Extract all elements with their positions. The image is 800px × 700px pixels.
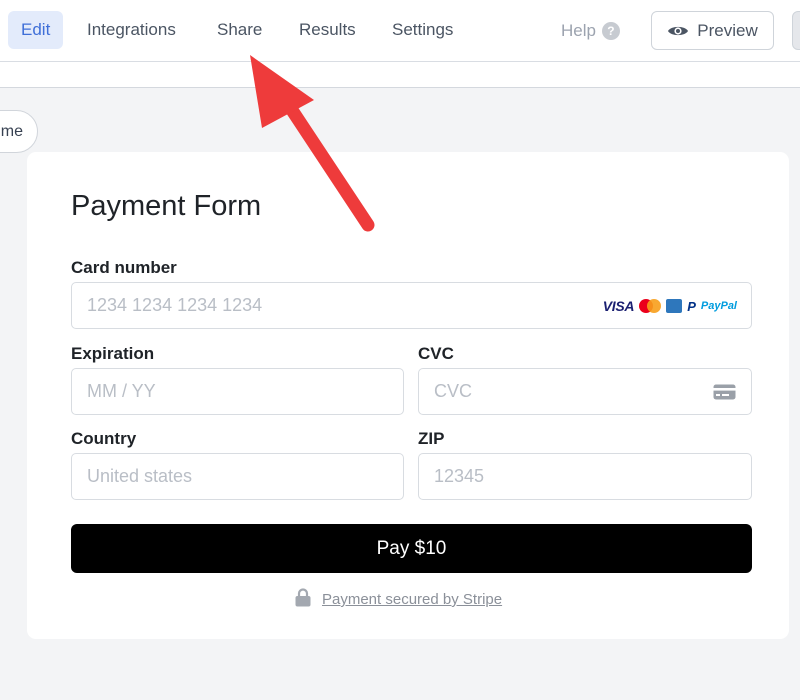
tab-settings[interactable]: Settings [379,11,466,49]
pay-button[interactable]: Pay $10 [71,524,752,573]
zip-label: ZIP [418,429,445,448]
side-pill-button[interactable]: me [0,110,38,153]
lock-icon [295,588,311,611]
help-label: Help [561,21,596,40]
page-title: Payment Form [71,190,262,222]
tab-share[interactable]: Share [204,11,275,49]
secured-by-stripe: Payment secured by Stripe [295,588,502,611]
paypal-wordmark: PayPal [700,300,737,312]
expiration-field[interactable]: MM / YY [71,368,404,415]
cvc-placeholder: CVC [434,381,473,401]
country-field[interactable]: United states [71,453,404,500]
mastercard-icon [639,299,662,313]
toolbar-edge-button[interactable] [792,11,800,50]
visa-icon: VISA [602,298,635,314]
eye-icon [667,24,689,38]
expiration-placeholder: MM / YY [87,381,156,401]
help-link[interactable]: Help ? [561,20,620,42]
card-icon [713,384,736,405]
preview-label: Preview [697,20,758,40]
help-icon: ? [601,22,620,40]
secured-link[interactable]: Payment secured by Stripe [322,591,502,608]
cvc-field[interactable]: CVC [418,368,752,415]
card-number-field[interactable]: 1234 1234 1234 1234 VISA P PayPal [71,282,752,329]
tab-edit[interactable]: Edit [8,11,64,49]
amex-icon [666,299,683,313]
card-brand-logos: VISA P PayPal [603,298,737,314]
preview-button[interactable]: Preview [651,11,774,50]
tab-results[interactable]: Results [286,11,369,49]
zip-field[interactable]: 12345 [418,453,752,500]
expiration-label: Expiration [71,344,155,363]
paypal-icon: P [687,298,696,314]
sub-toolbar [0,62,800,88]
card-number-placeholder: 1234 1234 1234 1234 [87,295,263,315]
top-navigation-bar: Edit Integrations Share Results Settings… [0,0,800,62]
cvc-label: CVC [418,344,454,363]
tab-integrations[interactable]: Integrations [74,11,189,49]
zip-placeholder: 12345 [434,466,485,486]
country-label: Country [71,429,137,448]
card-number-label: Card number [71,258,177,277]
country-placeholder: United states [87,466,193,486]
